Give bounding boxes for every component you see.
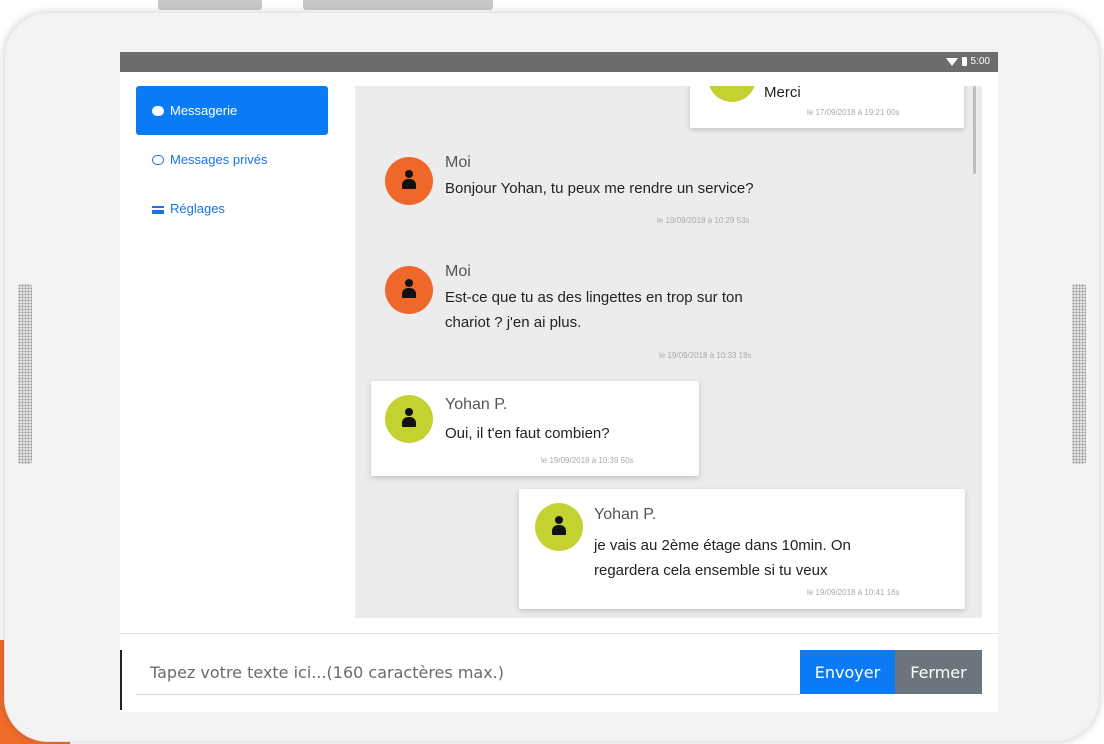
sidebar-item-label: Messagerie [170, 103, 238, 118]
avatar [535, 503, 583, 551]
message-timestamp: le 17/09/2018 à 19:21 00s [807, 108, 900, 117]
avatar [385, 157, 433, 205]
message-timestamp: le 19/09/2018 à 10:39 50s [541, 456, 634, 465]
close-button[interactable]: Fermer [895, 650, 982, 694]
sidebar: Messagerie Messages privés Réglages [136, 86, 328, 233]
device-top-button [158, 0, 262, 10]
message-timestamp: le 19/09/2018 à 10:33 18s [659, 351, 752, 360]
message-text-line: regardera cela ensemble si tu veux [594, 562, 828, 579]
status-time: 5:00 [970, 56, 990, 67]
message-text-line: Est-ce que tu as des lingettes en trop s… [445, 289, 743, 306]
user-icon [402, 408, 416, 430]
message-text: Merci [764, 86, 801, 101]
send-button[interactable]: Envoyer [800, 650, 895, 694]
message-card: Merci le 17/09/2018 à 19:21 00s [690, 86, 964, 128]
sidebar-item-reglages[interactable]: Réglages [136, 184, 328, 233]
user-icon [402, 170, 416, 192]
app-screen: 5:00 Messagerie Messages privés Réglages… [120, 52, 998, 712]
message-list[interactable]: Merci le 17/09/2018 à 19:21 00s Moi Bonj… [355, 86, 982, 618]
message-author: Moi [445, 154, 471, 171]
speaker-grille-left [18, 284, 32, 464]
sidebar-item-messages-prives[interactable]: Messages privés [136, 135, 328, 184]
device-top-button [303, 0, 493, 10]
avatar [385, 395, 433, 443]
sliders-icon [152, 204, 164, 214]
message-author: Yohan P. [445, 396, 508, 413]
message-input[interactable] [136, 650, 800, 694]
speaker-grille-right [1072, 284, 1086, 464]
scrollbar[interactable] [973, 86, 976, 174]
message-card: Yohan P. je vais au 2ème étage dans 10mi… [519, 489, 965, 609]
comment-icon [152, 154, 164, 165]
message-author: Moi [445, 263, 471, 280]
message-item: Moi Est-ce que tu as des lingettes en tr… [385, 263, 805, 373]
status-bar: 5:00 [120, 52, 998, 72]
message-text-line: je vais au 2ème étage dans 10min. On [594, 537, 851, 554]
divider [120, 650, 122, 710]
message-item: Moi Bonjour Yohan, tu peux me rendre un … [385, 154, 805, 234]
message-timestamp: le 19/09/2018 à 10:29 53s [657, 216, 750, 225]
message-timestamp: le 19/09/2018 à 10:41 16s [807, 588, 900, 597]
battery-icon [961, 57, 967, 66]
wifi-icon [945, 57, 958, 66]
message-author: Yohan P. [594, 506, 657, 523]
avatar [385, 266, 433, 314]
sidebar-item-label: Réglages [170, 201, 225, 216]
message-text: Bonjour Yohan, tu peux me rendre un serv… [445, 180, 754, 197]
message-card: Yohan P. Oui, il t'en faut combien? le 1… [371, 381, 699, 476]
message-composer [136, 650, 800, 695]
chat-icon [152, 105, 164, 116]
divider [120, 633, 998, 634]
message-text: Oui, il t'en faut combien? [445, 425, 610, 442]
avatar [708, 86, 756, 102]
user-icon [402, 279, 416, 301]
sidebar-item-messagerie[interactable]: Messagerie [136, 86, 328, 135]
message-text-line: chariot ? j'en ai plus. [445, 314, 582, 331]
sidebar-item-label: Messages privés [170, 152, 268, 167]
user-icon [552, 516, 566, 538]
